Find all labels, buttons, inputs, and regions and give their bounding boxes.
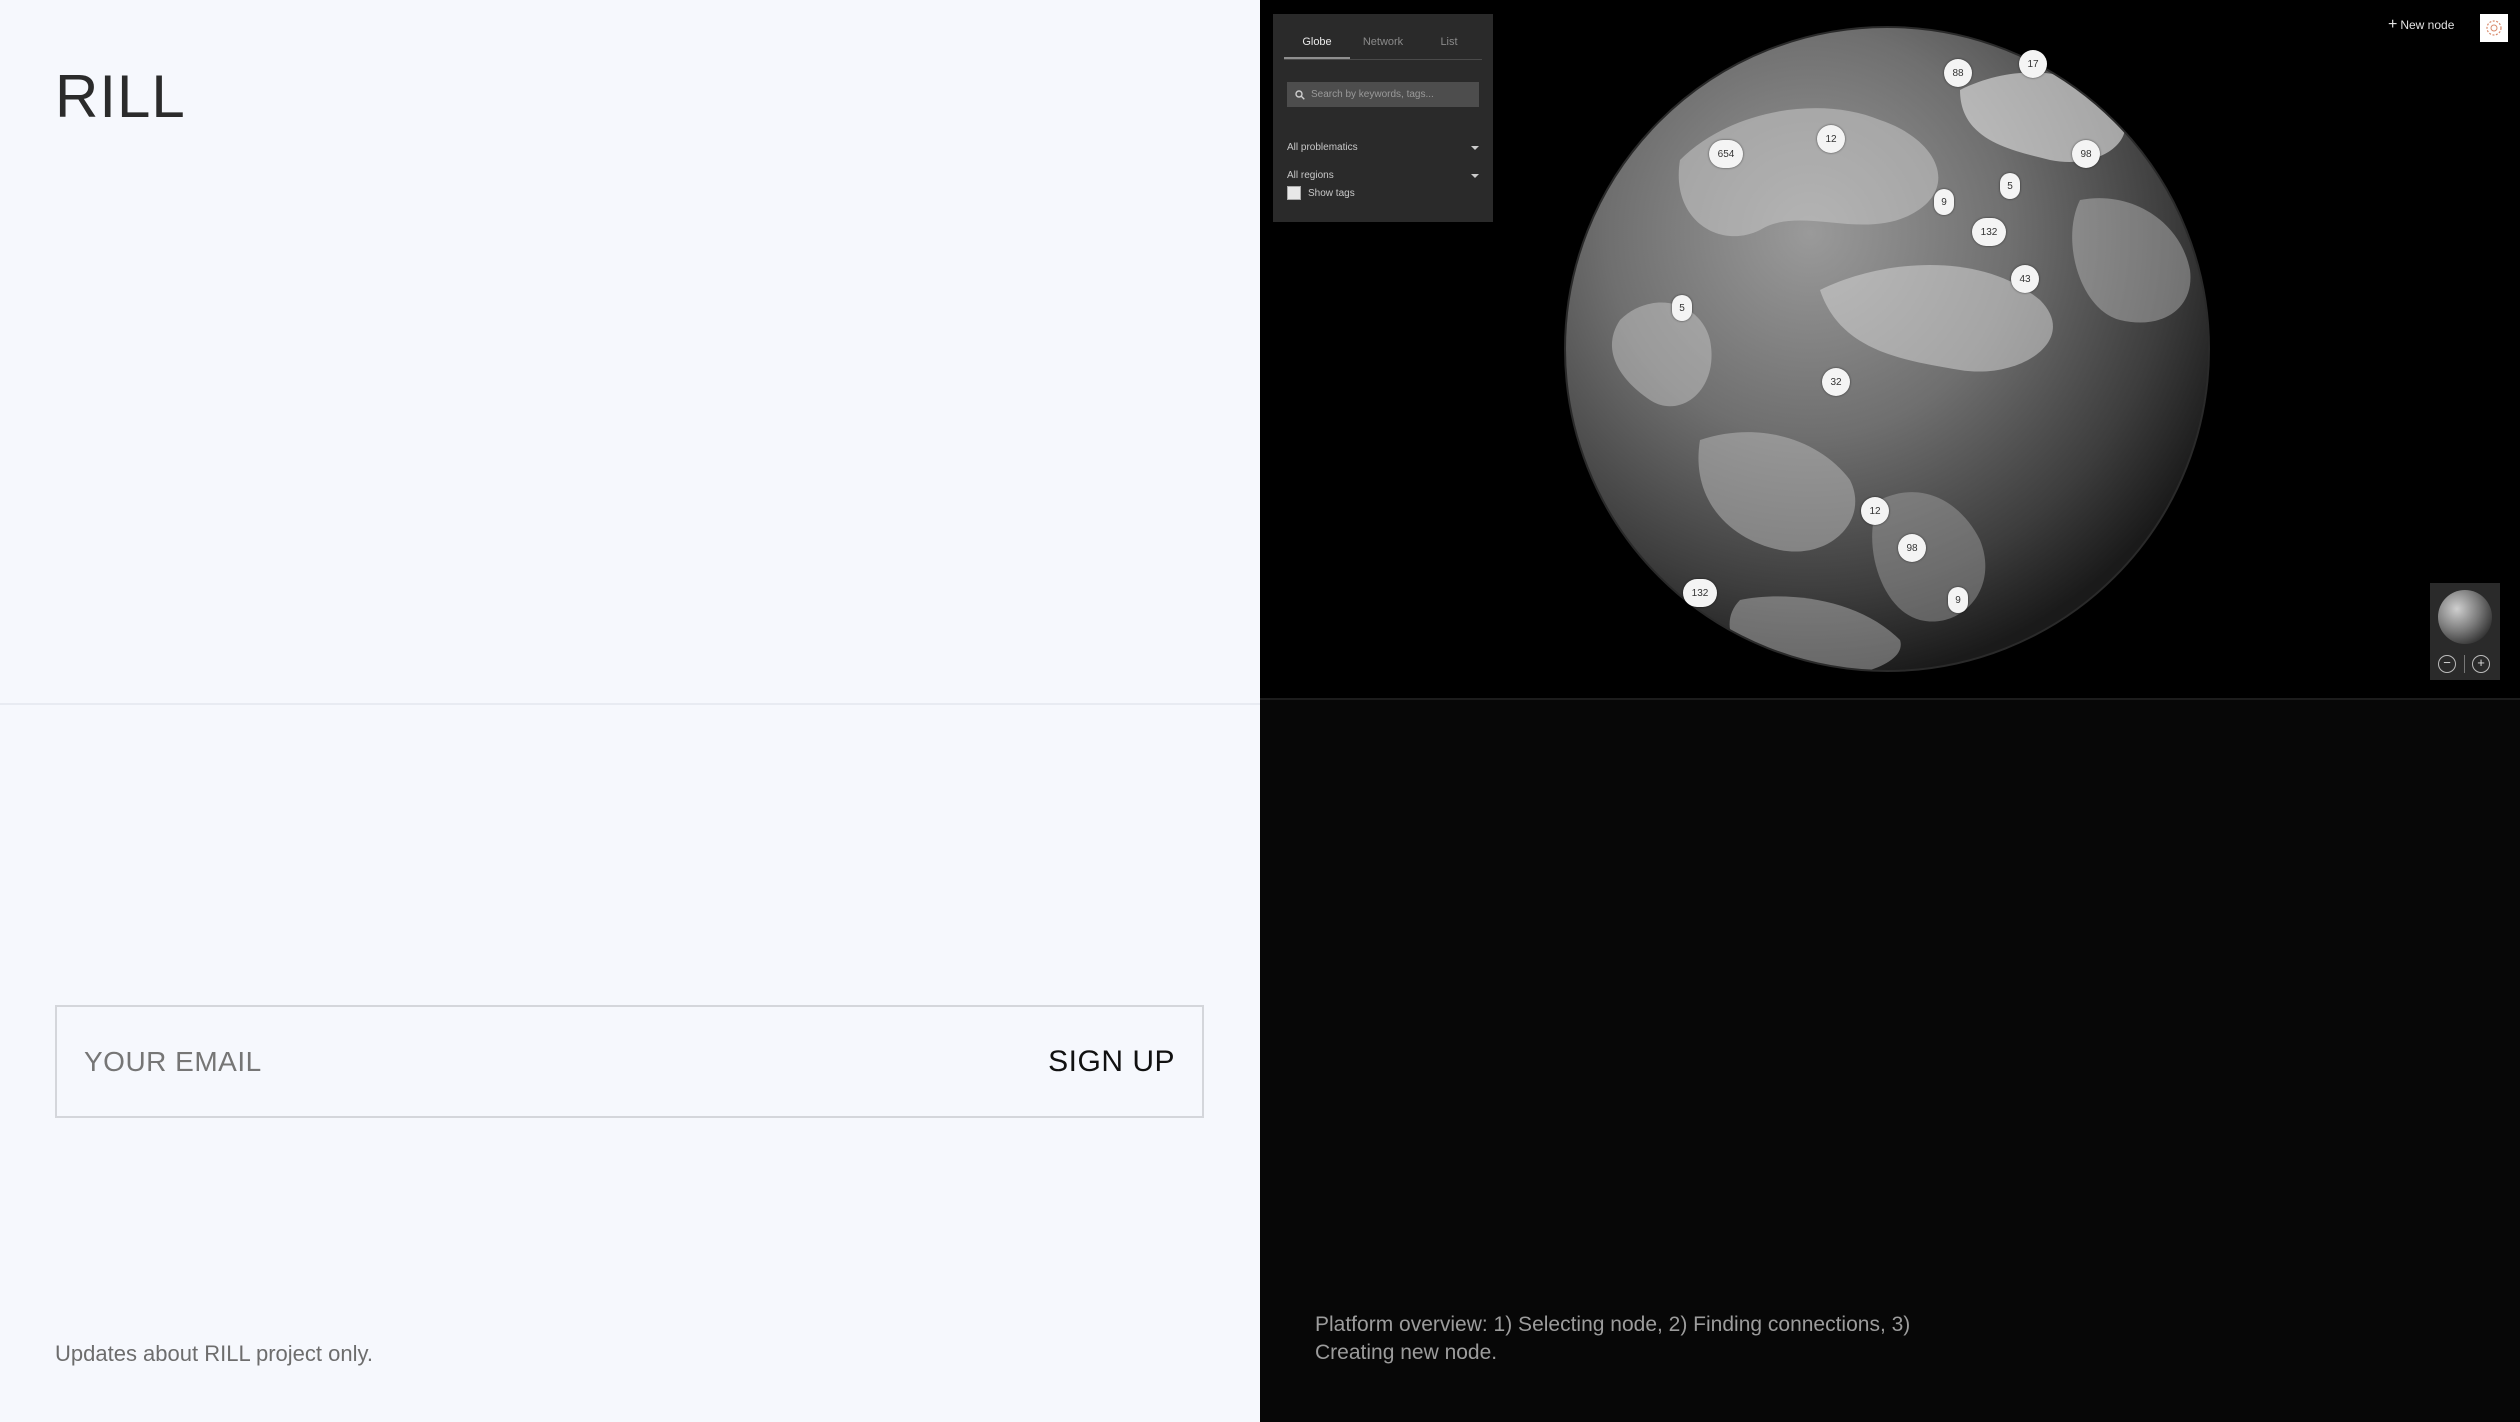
node-marker[interactable]: 43: [2011, 265, 2039, 293]
signup-section: RILL SIGN UP Updates about RILL project …: [0, 0, 1260, 1422]
signup-form: SIGN UP: [55, 1005, 1204, 1118]
platform-screenshot: Globe Network List All problematics All …: [1260, 0, 2520, 700]
zoom-in-icon[interactable]: +: [2472, 655, 2490, 673]
tab-list[interactable]: List: [1416, 36, 1482, 59]
user-avatar-icon: [2486, 20, 2502, 36]
node-marker[interactable]: 5: [1672, 295, 1692, 321]
minimap-globe[interactable]: [2438, 590, 2492, 644]
new-node-label: New node: [2400, 18, 2455, 32]
zoom-out-icon[interactable]: −: [2438, 655, 2456, 673]
node-marker[interactable]: 17: [2019, 50, 2047, 78]
regions-select-label: All regions: [1287, 170, 1334, 181]
node-marker[interactable]: 9: [1934, 189, 1954, 215]
node-marker[interactable]: 5: [2000, 173, 2020, 199]
signup-note: Updates about RILL project only.: [55, 1341, 373, 1366]
chevron-down-icon: [1471, 173, 1479, 178]
problematics-select[interactable]: All problematics: [1287, 142, 1479, 153]
tab-globe[interactable]: Globe: [1284, 36, 1350, 59]
divider: [0, 703, 1260, 705]
demo-section: Globe Network List All problematics All …: [1260, 0, 2520, 1422]
new-node-button[interactable]: + New node: [2388, 16, 2455, 33]
view-tabs: Globe Network List: [1284, 36, 1482, 60]
show-tags-label: Show tags: [1308, 187, 1355, 199]
control-panel: Globe Network List All problematics All …: [1273, 14, 1493, 222]
signup-button[interactable]: SIGN UP: [1048, 1045, 1175, 1079]
show-tags-checkbox[interactable]: [1287, 186, 1301, 200]
node-marker[interactable]: 12: [1861, 497, 1889, 525]
node-marker[interactable]: 132: [1683, 579, 1717, 607]
node-marker[interactable]: 98: [2072, 140, 2100, 168]
divider: [2464, 655, 2465, 673]
brand-title: RILL: [55, 63, 186, 130]
node-marker[interactable]: 654: [1709, 140, 1743, 168]
node-marker[interactable]: 98: [1898, 534, 1926, 562]
problematics-select-label: All problematics: [1287, 142, 1358, 153]
regions-select[interactable]: All regions: [1287, 170, 1479, 181]
show-tags-toggle: Show tags: [1287, 186, 1355, 200]
search-input[interactable]: [1311, 89, 1471, 100]
node-marker[interactable]: 9: [1948, 587, 1968, 613]
plus-icon: +: [2388, 16, 2398, 33]
tab-network[interactable]: Network: [1350, 36, 1416, 59]
minimap: − +: [2430, 583, 2500, 680]
search-icon: [1295, 89, 1305, 100]
avatar[interactable]: [2480, 14, 2508, 42]
node-marker[interactable]: 88: [1944, 59, 1972, 87]
demo-caption: Platform overview: 1) Selecting node, 2)…: [1315, 1313, 1911, 1364]
search-box: [1287, 82, 1479, 107]
chevron-down-icon: [1471, 145, 1479, 150]
node-marker[interactable]: 132: [1972, 218, 2006, 246]
node-marker[interactable]: 32: [1822, 368, 1850, 396]
node-marker[interactable]: 12: [1817, 125, 1845, 153]
email-input[interactable]: [84, 1045, 844, 1078]
